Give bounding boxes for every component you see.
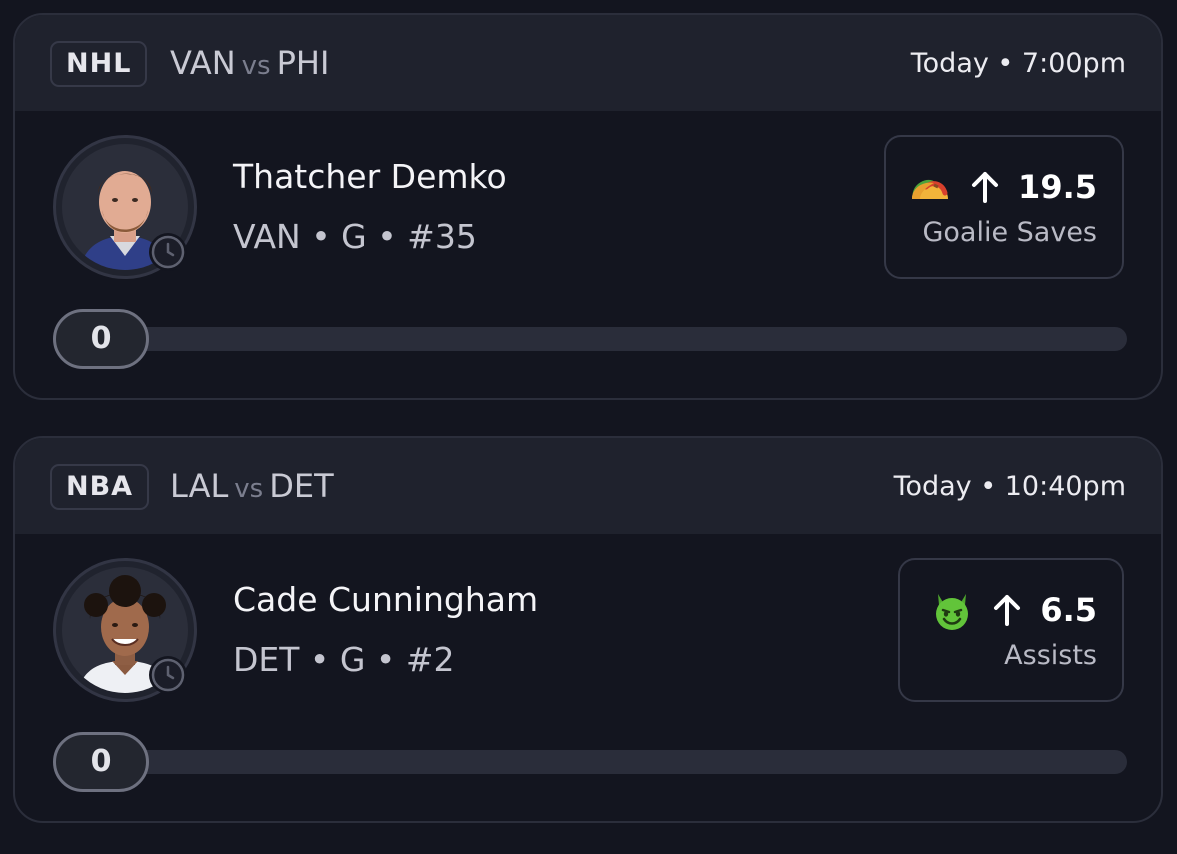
arrow-up-icon (972, 172, 999, 203)
prop-line-value: 19.5 (1018, 168, 1097, 206)
progress-value: 0 (53, 732, 149, 792)
away-team: DET (269, 467, 334, 505)
prop-row: 19.5 (908, 165, 1097, 209)
prop-stat-label: Goalie Saves (922, 217, 1097, 248)
green-devil-emoji-icon (936, 594, 969, 630)
away-team: PHI (276, 44, 330, 82)
pick-card-1[interactable]: NHL VAN vs PHI Today • 7:00pm Thatcher D… (13, 13, 1163, 400)
home-team: VAN (170, 44, 236, 82)
game-time: Today • 10:40pm (893, 471, 1126, 502)
matchup: VAN vs PHI (170, 43, 329, 86)
card-header: NHL VAN vs PHI Today • 7:00pm (15, 15, 1161, 111)
vs-label: vs (241, 51, 271, 81)
clock-icon (149, 656, 187, 694)
prop-stat-label: Assists (1004, 640, 1097, 671)
game-time: Today • 7:00pm (910, 48, 1126, 79)
progress-track (95, 327, 1127, 351)
prop-box[interactable]: 6.5 Assists (898, 558, 1124, 702)
progress-value: 0 (53, 309, 149, 369)
player-meta: VAN • G • #35 (233, 217, 477, 256)
card-header: NBA LAL vs DET Today • 10:40pm (15, 438, 1161, 534)
vs-label: vs (234, 474, 264, 504)
player-name[interactable]: Thatcher Demko (233, 155, 507, 199)
pick-card-2[interactable]: NBA LAL vs DET Today • 10:40pm Cade Cunn… (13, 436, 1163, 823)
matchup: LAL vs DET (170, 466, 334, 509)
league-badge: NBA (50, 464, 150, 510)
progress-track (95, 750, 1127, 774)
player-name[interactable]: Cade Cunningham (233, 578, 538, 622)
player-meta: DET • G • #2 (233, 640, 455, 679)
arrow-up-icon (994, 595, 1021, 626)
prop-line-value: 6.5 (1040, 591, 1097, 629)
home-team: LAL (170, 467, 229, 505)
clock-icon (149, 233, 187, 271)
league-badge: NHL (50, 41, 148, 87)
prop-box[interactable]: 19.5 Goalie Saves (884, 135, 1124, 279)
taco-emoji-icon (912, 180, 949, 199)
prop-row: 6.5 (930, 588, 1097, 632)
